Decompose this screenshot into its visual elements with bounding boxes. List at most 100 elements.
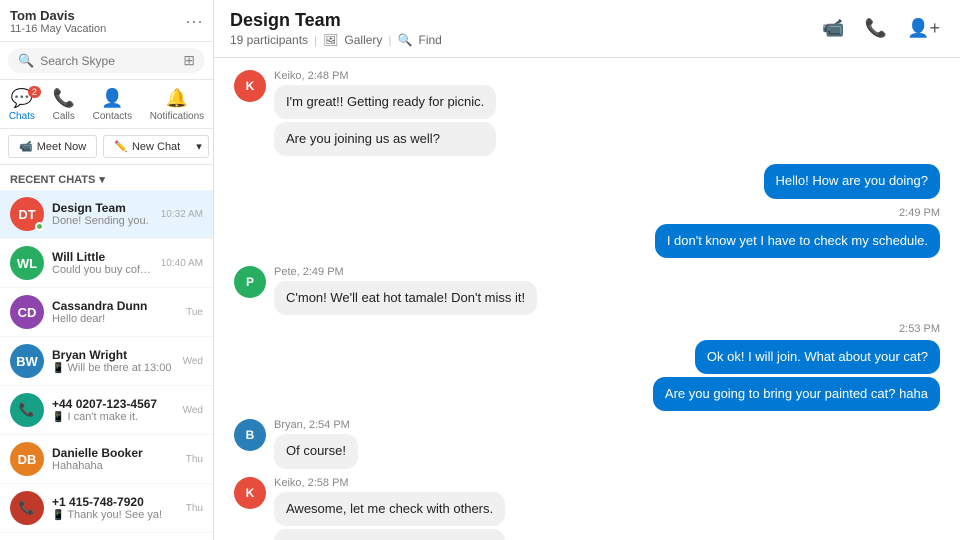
video-call-button[interactable]: 📹: [818, 14, 848, 43]
message-content: Hello! How are you doing?: [764, 164, 940, 198]
phone-icon: 📱: [52, 363, 64, 374]
chat-subtitle: 19 participants | 🖼 Gallery | 🔍 Find: [230, 33, 442, 47]
tab-calls[interactable]: 📞 Calls: [45, 86, 83, 124]
new-chat-icon: ✏️: [114, 140, 128, 153]
chat-info: +1 415-748-7920 📱 Thank you! See ya!: [52, 495, 178, 521]
message-bubble: I don't know yet I have to check my sche…: [655, 224, 940, 258]
message-bubble: Are you going to bring your painted cat?…: [653, 377, 940, 411]
avatar: WL: [10, 246, 44, 280]
chat-time: 10:32 AM: [161, 209, 203, 220]
chat-title: Design Team: [230, 10, 442, 31]
chat-info: Design Team Done! Sending you.: [52, 201, 153, 227]
online-indicator: [35, 222, 44, 231]
message-sender-time: Pete, 2:49 PM: [274, 266, 537, 278]
list-item[interactable]: CD Cassandra Dunn Hello dear! Tue: [0, 288, 213, 337]
audio-call-button[interactable]: 📞: [861, 14, 891, 43]
chat-name: Will Little: [52, 250, 153, 264]
list-item[interactable]: KL Kian Lambert Will do that man! Thu: [0, 533, 213, 540]
chat-meta: 10:40 AM: [161, 258, 203, 269]
list-item[interactable]: BW Bryan Wright 📱 Will be there at 13:00…: [0, 337, 213, 386]
tab-chats-label: Chats: [9, 111, 35, 122]
chat-meta: Tue: [186, 307, 203, 318]
action-bar: 📹 Meet Now ✏️ New Chat ▾: [0, 129, 213, 165]
new-chat-button[interactable]: ✏️ New Chat: [103, 135, 190, 158]
user-name: Tom Davis: [10, 8, 106, 23]
messages-area: K Keiko, 2:48 PM I'm great!! Getting rea…: [214, 58, 960, 540]
avatar: CD: [10, 295, 44, 329]
tab-notifications[interactable]: 🔔 Notifications: [142, 86, 212, 124]
message-row: B Bryan, 2:54 PM Of course!: [234, 419, 940, 468]
message-sender-time: Keiko, 2:48 PM: [274, 70, 496, 82]
message-content: Keiko, 2:58 PM Awesome, let me check wit…: [274, 477, 505, 540]
message-content: 2:53 PM Ok ok! I will join. What about y…: [653, 323, 940, 411]
message-bubble: I'm great!! Getting ready for picnic.: [274, 85, 496, 119]
message-row: Hello! How are you doing?: [234, 164, 940, 198]
message-content: Keiko, 2:48 PM I'm great!! Getting ready…: [274, 70, 496, 156]
chat-preview: Hahahaha: [52, 460, 178, 472]
gallery-label[interactable]: Gallery: [344, 33, 382, 47]
chat-meta: Thu: [186, 503, 203, 514]
add-participant-button[interactable]: 👤+: [903, 14, 944, 43]
tab-notifications-label: Notifications: [150, 111, 204, 122]
message-content: Pete, 2:49 PM C'mon! We'll eat hot tamal…: [274, 266, 537, 315]
tab-contacts-label: Contacts: [93, 111, 132, 122]
search-input[interactable]: [40, 54, 177, 68]
chat-name: Danielle Booker: [52, 446, 178, 460]
chat-info: Danielle Booker Hahahaha: [52, 446, 178, 472]
message-bubble: Are you joining us as well?: [274, 122, 496, 156]
avatar: P: [234, 266, 266, 298]
message-sender-time: Keiko, 2:58 PM: [274, 477, 505, 489]
chat-info: Bryan Wright 📱 Will be there at 13:00: [52, 348, 175, 374]
find-label[interactable]: Find: [419, 33, 442, 47]
message-bubble: Of course!: [274, 434, 358, 468]
avatar: B: [234, 419, 266, 451]
message-row: P Pete, 2:49 PM C'mon! We'll eat hot tam…: [234, 266, 940, 315]
chat-name: +44 0207-123-4567: [52, 397, 175, 411]
chat-preview: 📱 Thank you! See ya!: [52, 509, 178, 521]
avatar: K: [234, 477, 266, 509]
separator: |: [314, 33, 317, 47]
message-row: 2:49 PM I don't know yet I have to check…: [234, 207, 940, 258]
nav-tabs: 💬 Chats 2 📞 Calls 👤 Contacts 🔔 Notificat…: [0, 80, 213, 129]
chat-name: Bryan Wright: [52, 348, 175, 362]
list-item[interactable]: DT Design Team Done! Sending you. 10:32 …: [0, 190, 213, 239]
search-icon: 🔍: [18, 53, 34, 69]
tab-chats[interactable]: 💬 Chats 2: [1, 86, 43, 124]
chat-time: Wed: [183, 356, 203, 367]
grid-icon[interactable]: ⊞: [183, 52, 195, 69]
avatar: DB: [10, 442, 44, 476]
message-bubble: Hello! How are you doing?: [764, 164, 940, 198]
chat-preview: Done! Sending you.: [52, 215, 153, 227]
list-item[interactable]: 📞 +44 0207-123-4567 📱 I can't make it. W…: [0, 386, 213, 435]
message-row: 2:53 PM Ok ok! I will join. What about y…: [234, 323, 940, 411]
message-row: K Keiko, 2:48 PM I'm great!! Getting rea…: [234, 70, 940, 156]
list-item[interactable]: 📞 +1 415-748-7920 📱 Thank you! See ya! T…: [0, 484, 213, 533]
contacts-icon: 👤: [101, 88, 123, 109]
participants-count: 19 participants: [230, 33, 308, 47]
list-item[interactable]: WL Will Little Could you buy coffee for …: [0, 239, 213, 288]
new-chat-dropdown[interactable]: ▾: [190, 135, 209, 158]
recent-chats-label[interactable]: RECENT CHATS ▾: [0, 165, 213, 190]
chat-info: Will Little Could you buy coffee for me?: [52, 250, 153, 276]
chat-time: Thu: [186, 454, 203, 465]
avatar: 📞: [10, 491, 44, 525]
avatar: K: [234, 70, 266, 102]
meet-now-label: Meet Now: [37, 141, 87, 153]
chat-info: Cassandra Dunn Hello dear!: [52, 299, 178, 325]
sidebar: Tom Davis 11-16 May Vacation ··· 🔍 ⊞ 💬 C…: [0, 0, 214, 540]
list-item[interactable]: DB Danielle Booker Hahahaha Thu: [0, 435, 213, 484]
meet-now-button[interactable]: 📹 Meet Now: [8, 135, 97, 158]
message-content: Bryan, 2:54 PM Of course!: [274, 419, 358, 468]
chat-time: Tue: [186, 307, 203, 318]
message-bubble: Are you okay with that place?: [274, 529, 505, 540]
chat-list: DT Design Team Done! Sending you. 10:32 …: [0, 190, 213, 540]
main-chat: Design Team 19 participants | 🖼 Gallery …: [214, 0, 960, 540]
more-options-icon[interactable]: ···: [185, 11, 203, 32]
message-sender-time: Bryan, 2:54 PM: [274, 419, 358, 431]
avatar: DT: [10, 197, 44, 231]
chat-meta: 10:32 AM: [161, 209, 203, 220]
chevron-down-icon: ▾: [99, 173, 105, 186]
tab-contacts[interactable]: 👤 Contacts: [85, 86, 140, 124]
chat-name: Cassandra Dunn: [52, 299, 178, 313]
separator: |: [388, 33, 391, 47]
